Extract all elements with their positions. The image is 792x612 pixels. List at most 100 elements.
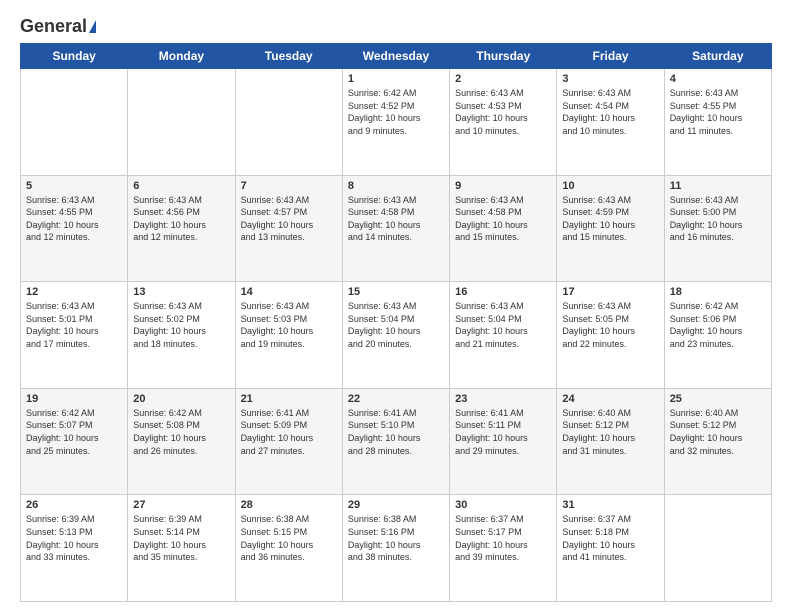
day-cell: 9 Sunrise: 6:43 AM Sunset: 4:58 PM Daylig… [450,175,557,282]
calendar-table: Sunday Monday Tuesday Wednesday Thursday… [20,43,772,602]
day-cell: 17 Sunrise: 6:43 AM Sunset: 5:05 PM Dayli… [557,282,664,389]
day-number: 12 [26,286,122,298]
day-cell: 22 Sunrise: 6:41 AM Sunset: 5:10 PM Dayli… [342,388,449,495]
day-cell: 7 Sunrise: 6:43 AM Sunset: 4:57 PM Daylig… [235,175,342,282]
day-info: Sunrise: 6:43 AM Sunset: 4:55 PM Dayligh… [26,194,122,244]
day-info: Sunrise: 6:38 AM Sunset: 5:16 PM Dayligh… [348,513,444,563]
day-info: Sunrise: 6:43 AM Sunset: 5:00 PM Dayligh… [670,194,766,244]
days-header-row: Sunday Monday Tuesday Wednesday Thursday… [21,44,772,69]
day-number: 4 [670,73,766,85]
day-cell [128,69,235,176]
day-info: Sunrise: 6:43 AM Sunset: 4:54 PM Dayligh… [562,87,658,137]
day-number: 31 [562,499,658,511]
day-info: Sunrise: 6:43 AM Sunset: 4:58 PM Dayligh… [455,194,551,244]
day-info: Sunrise: 6:43 AM Sunset: 5:02 PM Dayligh… [133,300,229,350]
day-number: 27 [133,499,229,511]
day-number: 1 [348,73,444,85]
day-info: Sunrise: 6:39 AM Sunset: 5:13 PM Dayligh… [26,513,122,563]
header-sunday: Sunday [21,44,128,69]
day-cell: 18Sunrise: 6:42 AM Sunset: 5:06 PM Dayli… [664,282,771,389]
day-cell: 10 Sunrise: 6:43 AM Sunset: 4:59 PM Dayli… [557,175,664,282]
logo: General [20,16,98,33]
day-cell: 25 Sunrise: 6:40 AM Sunset: 5:12 PM Dayli… [664,388,771,495]
day-cell: 6 Sunrise: 6:43 AM Sunset: 4:56 PM Daylig… [128,175,235,282]
day-number: 30 [455,499,551,511]
day-info: Sunrise: 6:43 AM Sunset: 5:04 PM Dayligh… [348,300,444,350]
day-number: 16 [455,286,551,298]
day-info: Sunrise: 6:42 AM Sunset: 4:52 PM Dayligh… [348,87,444,137]
day-info: Sunrise: 6:43 AM Sunset: 5:05 PM Dayligh… [562,300,658,350]
week-row-4: 26 Sunrise: 6:39 AM Sunset: 5:13 PM Dayli… [21,495,772,602]
day-info: Sunrise: 6:40 AM Sunset: 5:12 PM Dayligh… [562,407,658,457]
day-number: 26 [26,499,122,511]
day-number: 23 [455,393,551,405]
week-row-3: 19Sunrise: 6:42 AM Sunset: 5:07 PM Dayli… [21,388,772,495]
day-info: Sunrise: 6:42 AM Sunset: 5:07 PM Dayligh… [26,407,122,457]
day-number: 11 [670,180,766,192]
header-tuesday: Tuesday [235,44,342,69]
day-cell: 27 Sunrise: 6:39 AM Sunset: 5:14 PM Dayli… [128,495,235,602]
day-info: Sunrise: 6:42 AM Sunset: 5:08 PM Dayligh… [133,407,229,457]
day-info: Sunrise: 6:40 AM Sunset: 5:12 PM Dayligh… [670,407,766,457]
logo-text: General [20,16,98,37]
day-info: Sunrise: 6:43 AM Sunset: 5:03 PM Dayligh… [241,300,337,350]
calendar-page: General Sunday Monday Tuesday Wednesday … [0,0,792,612]
day-cell: 12Sunrise: 6:43 AM Sunset: 5:01 PM Dayli… [21,282,128,389]
day-cell: 16 Sunrise: 6:43 AM Sunset: 5:04 PM Dayli… [450,282,557,389]
day-number: 17 [562,286,658,298]
day-cell [664,495,771,602]
day-cell: 26 Sunrise: 6:39 AM Sunset: 5:13 PM Dayli… [21,495,128,602]
day-number: 24 [562,393,658,405]
day-number: 10 [562,180,658,192]
day-cell: 1 Sunrise: 6:42 AM Sunset: 4:52 PM Daylig… [342,69,449,176]
day-number: 25 [670,393,766,405]
day-cell: 23 Sunrise: 6:41 AM Sunset: 5:11 PM Dayli… [450,388,557,495]
header-wednesday: Wednesday [342,44,449,69]
day-number: 29 [348,499,444,511]
day-number: 18 [670,286,766,298]
day-number: 21 [241,393,337,405]
day-cell: 24 Sunrise: 6:40 AM Sunset: 5:12 PM Dayli… [557,388,664,495]
day-info: Sunrise: 6:43 AM Sunset: 4:53 PM Dayligh… [455,87,551,137]
day-cell: 14 Sunrise: 6:43 AM Sunset: 5:03 PM Dayli… [235,282,342,389]
logo-general: General [20,16,87,37]
day-cell: 21 Sunrise: 6:41 AM Sunset: 5:09 PM Dayli… [235,388,342,495]
day-cell: 5 Sunrise: 6:43 AM Sunset: 4:55 PM Daylig… [21,175,128,282]
day-number: 8 [348,180,444,192]
day-cell [235,69,342,176]
day-info: Sunrise: 6:41 AM Sunset: 5:11 PM Dayligh… [455,407,551,457]
day-cell: 31 Sunrise: 6:37 AM Sunset: 5:18 PM Dayli… [557,495,664,602]
day-number: 14 [241,286,337,298]
day-cell: 4 Sunrise: 6:43 AM Sunset: 4:55 PM Daylig… [664,69,771,176]
day-info: Sunrise: 6:43 AM Sunset: 4:55 PM Dayligh… [670,87,766,137]
day-info: Sunrise: 6:41 AM Sunset: 5:10 PM Dayligh… [348,407,444,457]
logo-arrow-icon [89,20,96,33]
day-info: Sunrise: 6:43 AM Sunset: 4:59 PM Dayligh… [562,194,658,244]
day-cell: 19Sunrise: 6:42 AM Sunset: 5:07 PM Dayli… [21,388,128,495]
header-saturday: Saturday [664,44,771,69]
day-info: Sunrise: 6:39 AM Sunset: 5:14 PM Dayligh… [133,513,229,563]
day-cell: 29 Sunrise: 6:38 AM Sunset: 5:16 PM Dayli… [342,495,449,602]
day-cell: 13 Sunrise: 6:43 AM Sunset: 5:02 PM Dayli… [128,282,235,389]
day-info: Sunrise: 6:37 AM Sunset: 5:18 PM Dayligh… [562,513,658,563]
day-cell: 30Sunrise: 6:37 AM Sunset: 5:17 PM Dayli… [450,495,557,602]
day-info: Sunrise: 6:43 AM Sunset: 4:56 PM Dayligh… [133,194,229,244]
day-cell: 8 Sunrise: 6:43 AM Sunset: 4:58 PM Daylig… [342,175,449,282]
day-number: 5 [26,180,122,192]
week-row-2: 12Sunrise: 6:43 AM Sunset: 5:01 PM Dayli… [21,282,772,389]
day-number: 9 [455,180,551,192]
day-info: Sunrise: 6:43 AM Sunset: 4:58 PM Dayligh… [348,194,444,244]
header: General [20,16,772,33]
header-friday: Friday [557,44,664,69]
day-number: 22 [348,393,444,405]
day-info: Sunrise: 6:43 AM Sunset: 5:04 PM Dayligh… [455,300,551,350]
day-cell: 2 Sunrise: 6:43 AM Sunset: 4:53 PM Daylig… [450,69,557,176]
day-info: Sunrise: 6:43 AM Sunset: 4:57 PM Dayligh… [241,194,337,244]
day-number: 3 [562,73,658,85]
day-cell [21,69,128,176]
day-number: 6 [133,180,229,192]
day-number: 2 [455,73,551,85]
day-number: 13 [133,286,229,298]
day-number: 7 [241,180,337,192]
day-info: Sunrise: 6:41 AM Sunset: 5:09 PM Dayligh… [241,407,337,457]
